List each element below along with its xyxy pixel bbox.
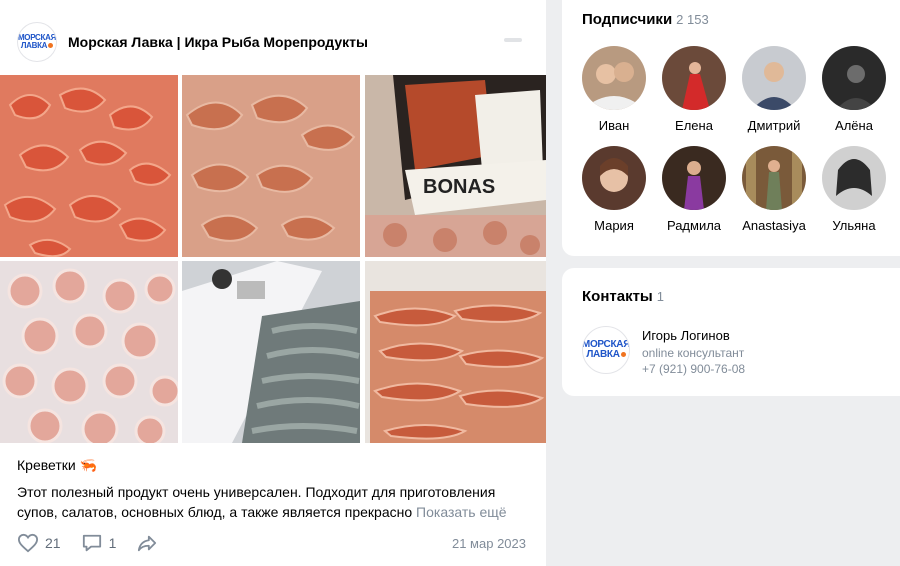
photo-frozen-shrimp[interactable] bbox=[0, 261, 178, 443]
post-caption: Креветки 🦐 bbox=[17, 457, 98, 473]
avatar bbox=[582, 46, 646, 110]
avatar bbox=[662, 46, 726, 110]
share-button[interactable] bbox=[136, 533, 164, 553]
subscriber-anastasiya[interactable]: Anastasiya bbox=[734, 146, 814, 233]
subscribers-count: 2 153 bbox=[676, 12, 709, 27]
avatar bbox=[742, 146, 806, 210]
logo-text-2: ЛАВКА bbox=[20, 41, 48, 50]
contacts-card: Контакты 1 МОРСКАЯ ЛАВКА Игорь Логинов on… bbox=[562, 268, 900, 396]
avatar bbox=[742, 46, 806, 110]
community-avatar[interactable]: МОРСКАЯ ЛАВКА bbox=[17, 22, 57, 62]
subscribers-title[interactable]: Подписчики 2 153 bbox=[582, 11, 709, 28]
wall-post: МОРСКАЯ ЛАВКА Морская Лавка | Икра Рыба … bbox=[0, 0, 546, 566]
contact-avatar[interactable]: МОРСКАЯ ЛАВКА bbox=[582, 326, 630, 374]
subscriber-dmitry[interactable]: Дмитрий bbox=[734, 46, 814, 133]
logo-dot-icon bbox=[620, 351, 626, 357]
subscriber-name: Дмитрий bbox=[747, 118, 801, 133]
share-icon bbox=[138, 535, 157, 552]
svg-text:BONAS: BONAS bbox=[423, 176, 495, 198]
comments-count: 1 bbox=[108, 535, 117, 551]
subscriber-radmila[interactable]: Радмила bbox=[654, 146, 734, 233]
avatar bbox=[582, 146, 646, 210]
like-button[interactable]: 21 bbox=[17, 533, 61, 553]
subscriber-name: Ульяна bbox=[832, 218, 876, 233]
comment-button[interactable]: 1 bbox=[81, 533, 117, 553]
subscriber-name: Алёна bbox=[835, 118, 873, 133]
subscribers-card: Подписчики 2 153 Иван Елена Дмитрий Алёна… bbox=[562, 0, 900, 256]
logo-dot-icon bbox=[48, 43, 54, 49]
subscriber-name: Иван bbox=[598, 118, 630, 133]
comment-icon bbox=[82, 534, 101, 552]
post-menu-icon[interactable] bbox=[504, 38, 522, 42]
post-header: МОРСКАЯ ЛАВКА Морская Лавка | Икра Рыба … bbox=[0, 0, 546, 75]
subscriber-maria[interactable]: Мария bbox=[574, 146, 654, 233]
photo-tiger-prawns[interactable] bbox=[182, 261, 360, 443]
subscriber-alena[interactable]: Алёна bbox=[814, 46, 894, 133]
contacts-title[interactable]: Контакты 1 bbox=[582, 288, 664, 305]
subscriber-name: Радмила bbox=[666, 218, 722, 233]
subscriber-name: Anastasiya bbox=[742, 218, 806, 233]
subscriber-name: Мария bbox=[594, 218, 634, 233]
likes-count: 21 bbox=[45, 535, 61, 551]
avatar bbox=[822, 146, 886, 210]
subscriber-name: Елена bbox=[675, 118, 713, 133]
photo-grid: BONAS bbox=[0, 75, 546, 443]
contacts-count: 1 bbox=[656, 289, 664, 304]
contact-role: online консультант bbox=[642, 346, 745, 360]
photo-shrimp-1[interactable] bbox=[0, 75, 178, 257]
heart-icon bbox=[17, 533, 39, 553]
avatar bbox=[822, 46, 886, 110]
contact-phone: +7 (921) 900-76-08 bbox=[642, 362, 746, 376]
subscriber-ivan[interactable]: Иван bbox=[574, 46, 654, 133]
contact-name[interactable]: Игорь Логинов bbox=[642, 328, 730, 343]
subscriber-ulyana[interactable]: Ульяна bbox=[814, 146, 894, 233]
avatar bbox=[662, 146, 726, 210]
post-date[interactable]: 21 мар 2023 bbox=[452, 536, 526, 551]
post-actions: 21 1 bbox=[17, 531, 184, 555]
logo-text-2: ЛАВКА bbox=[586, 349, 620, 360]
subscriber-elena[interactable]: Елена bbox=[654, 46, 734, 133]
post-text: Этот полезный продукт очень универсален.… bbox=[17, 482, 532, 522]
photo-langostino-box[interactable]: BONAS bbox=[365, 75, 546, 257]
photo-shrimp-2[interactable] bbox=[182, 75, 360, 257]
photo-langostino-tray[interactable] bbox=[365, 261, 546, 443]
community-name[interactable]: Морская Лавка | Икра Рыба Морепродукты bbox=[68, 34, 368, 50]
show-more-link[interactable]: Показать ещё bbox=[416, 504, 507, 520]
